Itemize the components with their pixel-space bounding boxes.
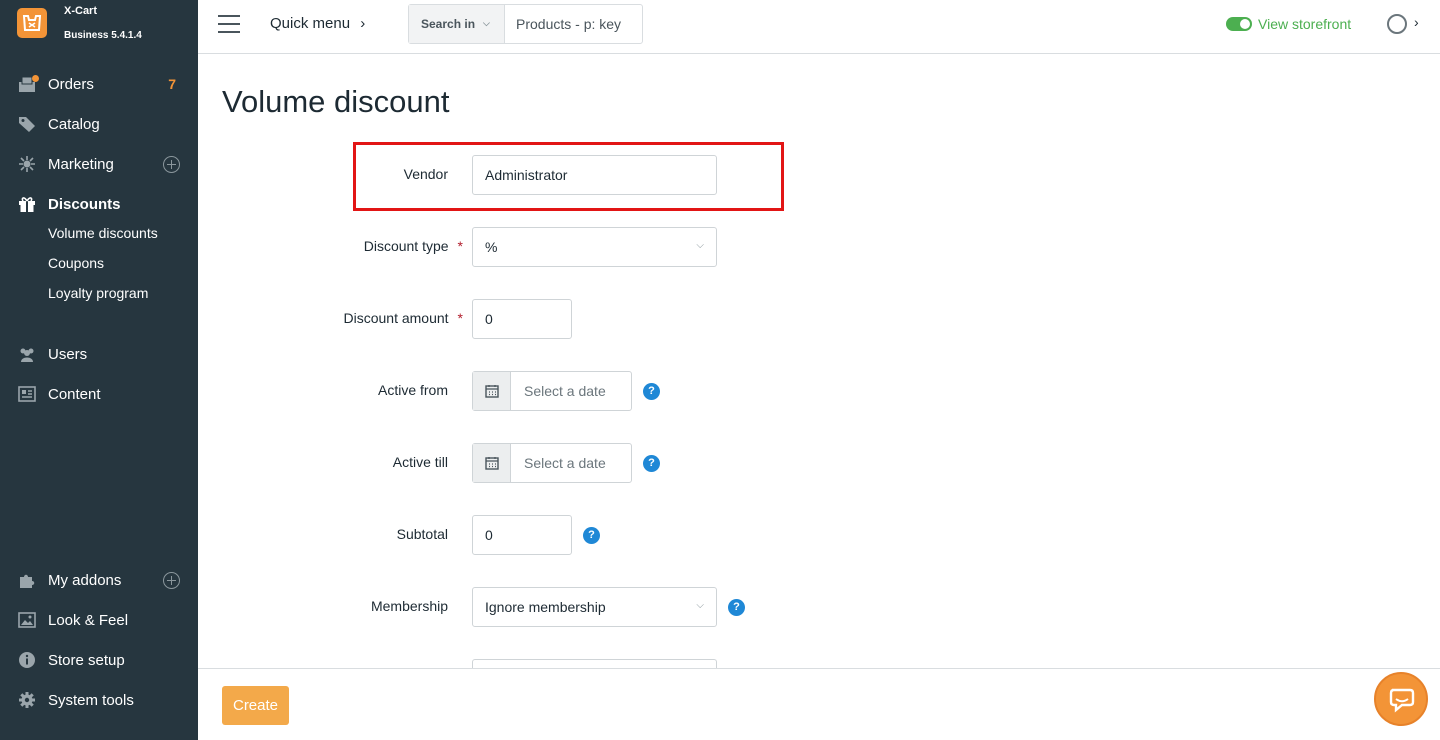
xcart-logo-icon[interactable] <box>17 8 47 38</box>
sidebar-item-label: Discounts <box>48 195 121 213</box>
sidebar-item-label: Content <box>48 385 101 403</box>
active-from-input[interactable] <box>512 372 630 410</box>
sidebar-item-label: Marketing <box>48 155 114 173</box>
membership-value: Ignore membership <box>485 599 606 615</box>
sidebar-item-label: Catalog <box>48 115 100 133</box>
top-bar: Quick menu › Search in ⌵ View storefront… <box>198 0 1440 54</box>
sidebar-subitem-coupons[interactable]: Coupons <box>48 255 104 271</box>
search-box: Search in ⌵ <box>408 4 643 44</box>
storefront-toggle-icon[interactable] <box>1226 17 1252 31</box>
sidebar-item-users[interactable]: Users <box>0 339 198 369</box>
sidebar-subitem-volume-discounts[interactable]: Volume discounts <box>48 225 158 241</box>
help-icon[interactable]: ? <box>643 455 660 472</box>
sidebar-item-look-feel[interactable]: Look & Feel <box>0 605 198 635</box>
discount-type-value: % <box>485 239 498 255</box>
subtotal-label: Subtotal <box>396 526 448 542</box>
add-marketing-icon[interactable] <box>163 156 180 173</box>
membership-label: Membership <box>370 598 448 614</box>
vendor-input[interactable] <box>472 155 717 195</box>
sidebar-item-system-tools[interactable]: System tools <box>0 685 198 715</box>
view-storefront-link[interactable]: View storefront <box>1226 16 1351 32</box>
active-till-input[interactable] <box>512 444 630 482</box>
tag-icon <box>19 117 35 132</box>
sidebar-item-my-addons[interactable]: My addons <box>0 565 198 595</box>
page-title: Volume discount <box>222 84 450 119</box>
orders-count-badge: 7 <box>168 76 176 92</box>
brand-name: X-Cart <box>64 5 98 17</box>
help-icon[interactable]: ? <box>728 599 745 616</box>
add-addon-icon[interactable] <box>163 572 180 589</box>
sidebar-item-orders[interactable]: Orders 7 <box>0 69 198 99</box>
discount-type-select[interactable]: % ⌵ <box>472 227 717 267</box>
active-from-datepicker <box>472 371 632 411</box>
calendar-icon[interactable] <box>473 372 511 410</box>
active-from-label: Active from <box>377 382 448 398</box>
membership-select[interactable]: Ignore membership ⌵ <box>472 587 717 627</box>
sticky-footer: Create <box>198 668 1440 740</box>
active-till-label: Active till <box>392 454 448 470</box>
chevron-right-icon[interactable]: › <box>1414 14 1419 30</box>
sidebar-item-label: Orders <box>48 75 94 93</box>
create-button[interactable]: Create <box>222 686 289 725</box>
notification-dot <box>32 75 39 82</box>
chevron-right-icon: › <box>360 15 366 32</box>
user-avatar-icon[interactable] <box>1387 14 1407 34</box>
sidebar-item-store-setup[interactable]: Store setup <box>0 645 198 675</box>
sidebar-item-label: Look & Feel <box>48 611 129 629</box>
discount-type-label: Discount type * <box>363 238 463 254</box>
sidebar-item-label: My addons <box>48 571 122 589</box>
quick-menu-button[interactable]: Quick menu › <box>270 15 365 32</box>
sidebar-item-content[interactable]: Content <box>0 379 198 409</box>
vendor-label: Vendor <box>403 166 448 182</box>
sidebar: X-Cart Business 5.4.1.4 Orders 7 Catalog… <box>0 0 198 740</box>
brand-version: Business 5.4.1.4 <box>64 30 142 41</box>
puzzle-icon <box>20 574 35 588</box>
quick-menu-label: Quick menu <box>270 15 351 32</box>
chevron-down-icon: ⌵ <box>696 240 704 251</box>
discount-amount-input[interactable] <box>472 299 572 339</box>
info-icon <box>19 652 35 668</box>
brand[interactable]: X-Cart Business 5.4.1.4 <box>0 0 198 54</box>
sidebar-item-marketing[interactable]: Marketing <box>0 149 198 179</box>
gear-icon <box>19 692 35 708</box>
help-icon[interactable]: ? <box>643 383 660 400</box>
sidebar-item-label: Store setup <box>48 651 125 669</box>
search-input[interactable] <box>506 5 642 43</box>
chevron-down-icon: ⌵ <box>483 18 490 28</box>
subtotal-input[interactable] <box>472 515 572 555</box>
sidebar-item-discounts[interactable]: Discounts <box>0 189 198 219</box>
sidebar-item-catalog[interactable]: Catalog <box>0 109 198 139</box>
marketing-icon <box>19 156 35 172</box>
discount-amount-label: Discount amount * <box>343 310 463 326</box>
hamburger-menu-icon[interactable] <box>218 14 240 34</box>
sidebar-item-label: Users <box>48 345 88 363</box>
chat-icon[interactable] <box>1374 672 1428 726</box>
gift-icon <box>19 197 35 212</box>
help-icon[interactable]: ? <box>583 527 600 544</box>
image-icon <box>18 612 36 628</box>
calendar-icon[interactable] <box>473 444 511 482</box>
users-icon <box>20 348 34 362</box>
search-in-dropdown[interactable]: Search in ⌵ <box>409 5 505 43</box>
sidebar-subitem-loyalty-program[interactable]: Loyalty program <box>48 285 148 301</box>
chevron-down-icon: ⌵ <box>696 600 704 611</box>
sidebar-item-label: System tools <box>48 691 134 709</box>
storefront-label: View storefront <box>1258 16 1352 32</box>
active-till-datepicker <box>472 443 632 483</box>
search-in-label: Search in <box>421 17 476 31</box>
content-icon <box>18 386 36 402</box>
